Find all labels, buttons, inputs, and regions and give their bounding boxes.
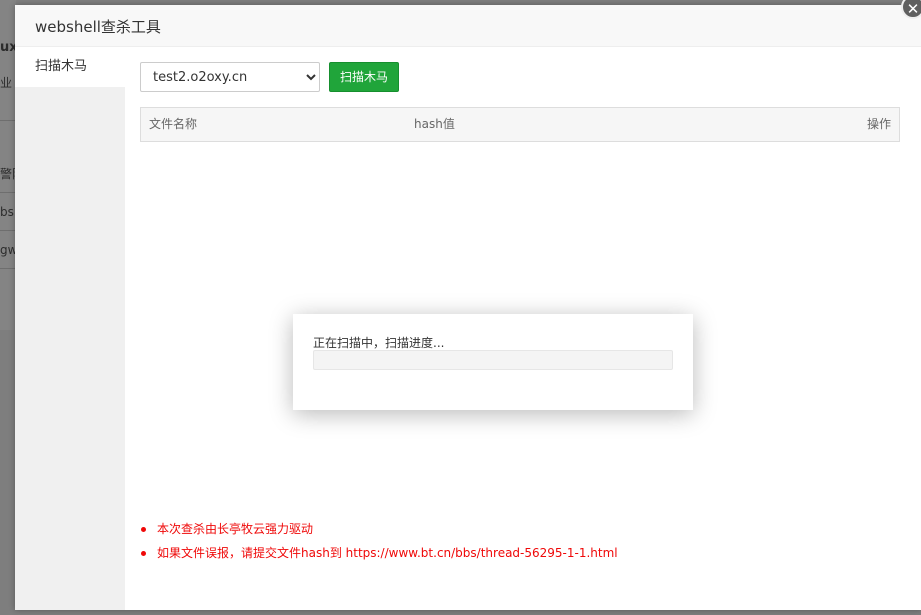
background-divider <box>0 268 16 269</box>
background-text-fragment: 业 <box>0 76 13 90</box>
site-select[interactable]: test2.o2oxy.cn <box>140 62 320 92</box>
background-text-fragment: 警防 <box>0 167 16 181</box>
note-item: 如果文件误报，请提交文件hash到 https://www.bt.cn/bbs/… <box>140 541 900 565</box>
scan-trojan-button[interactable]: 扫描木马 <box>329 62 399 92</box>
progress-label: 正在扫描中，扫描进度... <box>313 336 445 350</box>
background-divider <box>0 230 16 231</box>
webshell-scan-modal: webshell查杀工具 ✕ 扫描木马 test2.o2oxy.cn 扫描木马 … <box>15 0 921 610</box>
sidebar: 扫描木马 <box>15 47 125 610</box>
background-divider <box>0 192 16 193</box>
column-header-hash: hash值 <box>414 117 455 131</box>
column-header-actions: 操作 <box>866 117 891 131</box>
modal-header: webshell查杀工具 <box>15 5 921 47</box>
scan-progress-dialog: 正在扫描中，扫描进度... <box>293 314 693 410</box>
modal-title: webshell查杀工具 <box>35 18 161 36</box>
background-text-fragment: ux <box>0 40 16 55</box>
note-item: 本次查杀由长亭牧云强力驱动 <box>140 517 900 541</box>
progress-bar <box>313 350 673 370</box>
column-header-filename: 文件名称 <box>149 117 198 131</box>
results-table-header: 文件名称 hash值 操作 <box>140 107 900 142</box>
notes-list: 本次查杀由长亭牧云强力驱动 如果文件误报，请提交文件hash到 https://… <box>140 517 900 565</box>
sidebar-item-scan-trojan[interactable]: 扫描木马 <box>15 47 125 87</box>
sidebar-item-label: 扫描木马 <box>35 59 88 74</box>
background-text-fragment: bsh <box>0 205 16 219</box>
background-text-fragment: gw <box>0 243 16 257</box>
close-icon: ✕ <box>906 0 920 18</box>
background-divider <box>0 120 16 121</box>
